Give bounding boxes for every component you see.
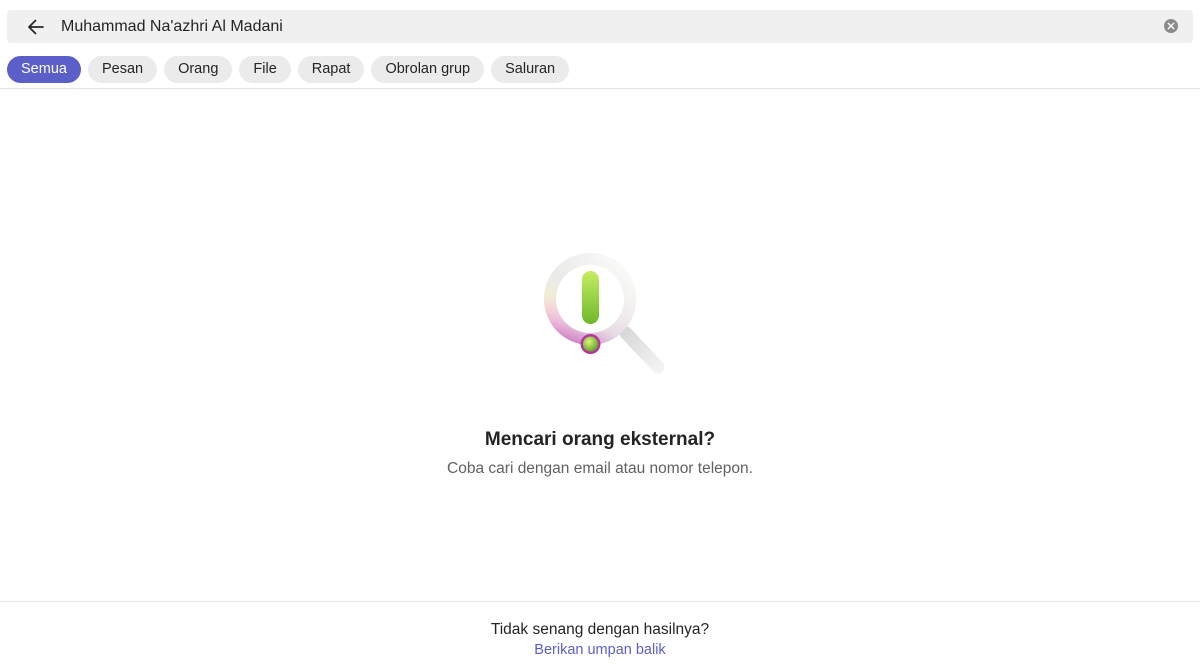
search-bar [7, 10, 1193, 43]
filter-channels[interactable]: Saluran [491, 56, 570, 83]
search-results-page: Semua Pesan Orang File Rapat Obrolan gru… [0, 0, 1200, 670]
empty-state-subtitle: Coba cari dengan email atau nomor telepo… [447, 460, 753, 477]
filter-files[interactable]: File [239, 56, 291, 83]
filter-group-chats[interactable]: Obrolan grup [371, 56, 485, 83]
feedback-link-row: Berikan umpan balik [0, 642, 1200, 658]
arrow-left-icon [28, 19, 44, 35]
filter-meetings[interactable]: Rapat [297, 56, 365, 83]
clear-search-button[interactable] [1164, 19, 1178, 33]
magnifier-exclamation-icon [528, 238, 673, 383]
filter-people[interactable]: Orang [164, 56, 233, 83]
empty-state-title: Mencari orang eksternal? [484, 429, 716, 450]
close-icon [1167, 22, 1175, 30]
feedback-link[interactable]: Berikan umpan balik [534, 642, 665, 658]
feedback-question: Tidak senang dengan hasilnya? [490, 621, 710, 638]
search-input[interactable] [61, 10, 1151, 43]
back-button[interactable] [25, 16, 47, 38]
filter-all[interactable]: Semua [7, 56, 81, 83]
footer-divider [0, 601, 1200, 602]
filter-pills: Semua Pesan Orang File Rapat Obrolan gru… [7, 56, 570, 83]
filter-messages[interactable]: Pesan [87, 56, 158, 83]
header-divider [0, 88, 1200, 89]
